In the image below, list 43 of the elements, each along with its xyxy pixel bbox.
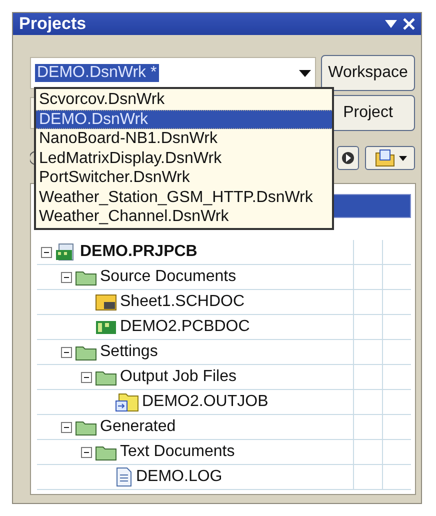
close-icon[interactable]: [403, 18, 415, 30]
collapse-toggle[interactable]: [81, 446, 92, 458]
document-icon: [374, 149, 396, 167]
workspace-combo[interactable]: DEMO.DsnWrk *: [30, 57, 316, 89]
collapse-toggle[interactable]: [61, 272, 72, 282]
pcb-board-icon: [95, 318, 117, 336]
dropdown-option[interactable]: Weather_Station_GSM_HTTP.DsnWrk: [36, 188, 332, 207]
tree-item-label[interactable]: Sheet1.SCHDOC: [120, 293, 244, 311]
text-document-icon: [115, 467, 133, 487]
toolbar-button[interactable]: [337, 146, 359, 170]
schematic-sheet-icon: [95, 294, 117, 310]
toolbar-dropdown-button[interactable]: [365, 146, 415, 170]
play-icon: [341, 151, 355, 165]
tree-item-label[interactable]: Settings: [100, 343, 158, 361]
dropdown-option[interactable]: PortSwitcher.DsnWrk: [36, 168, 332, 188]
dropdown-option[interactable]: LedMatrixDisplay.DsnWrk: [36, 148, 332, 168]
tree-item-label[interactable]: Source Documents: [100, 268, 236, 286]
dropdown-arrow-icon[interactable]: [299, 70, 311, 76]
collapse-toggle[interactable]: [81, 372, 92, 382]
collapse-toggle[interactable]: [41, 246, 52, 258]
tree-item-label[interactable]: DEMO.LOG: [136, 468, 222, 486]
folder-icon: [75, 344, 97, 360]
tree-item-label[interactable]: DEMO2.PCBDOC: [120, 318, 250, 336]
folder-icon: [75, 268, 97, 286]
output-job-icon: [115, 392, 139, 412]
folder-icon: [95, 368, 117, 386]
collapse-toggle[interactable]: [61, 422, 72, 432]
dropdown-option[interactable]: NanoBoard-NB1.DsnWrk: [36, 129, 332, 148]
tree-item-label[interactable]: DEMO.PRJPCB: [80, 243, 198, 261]
collapse-toggle[interactable]: [61, 346, 72, 358]
tree-item-label[interactable]: DEMO2.OUTJOB: [142, 393, 268, 411]
dropdown-option[interactable]: Weather_Channel.DsnWrk: [36, 207, 332, 226]
workspace-button[interactable]: Workspace: [321, 55, 415, 91]
menu-down-icon[interactable]: [385, 20, 397, 28]
dropdown-option[interactable]: DEMO.DsnWrk: [36, 110, 332, 129]
caret-icon: [398, 156, 406, 160]
panel-title: Projects: [19, 14, 88, 34]
combo-value: DEMO.DsnWrk *: [35, 64, 159, 82]
tree-item-label[interactable]: Output Job Files: [120, 368, 236, 386]
tree-item-label[interactable]: Text Documents: [120, 443, 235, 461]
tree-item-label[interactable]: Generated: [100, 418, 176, 436]
folder-icon: [75, 418, 97, 436]
folder-icon: [95, 444, 117, 460]
